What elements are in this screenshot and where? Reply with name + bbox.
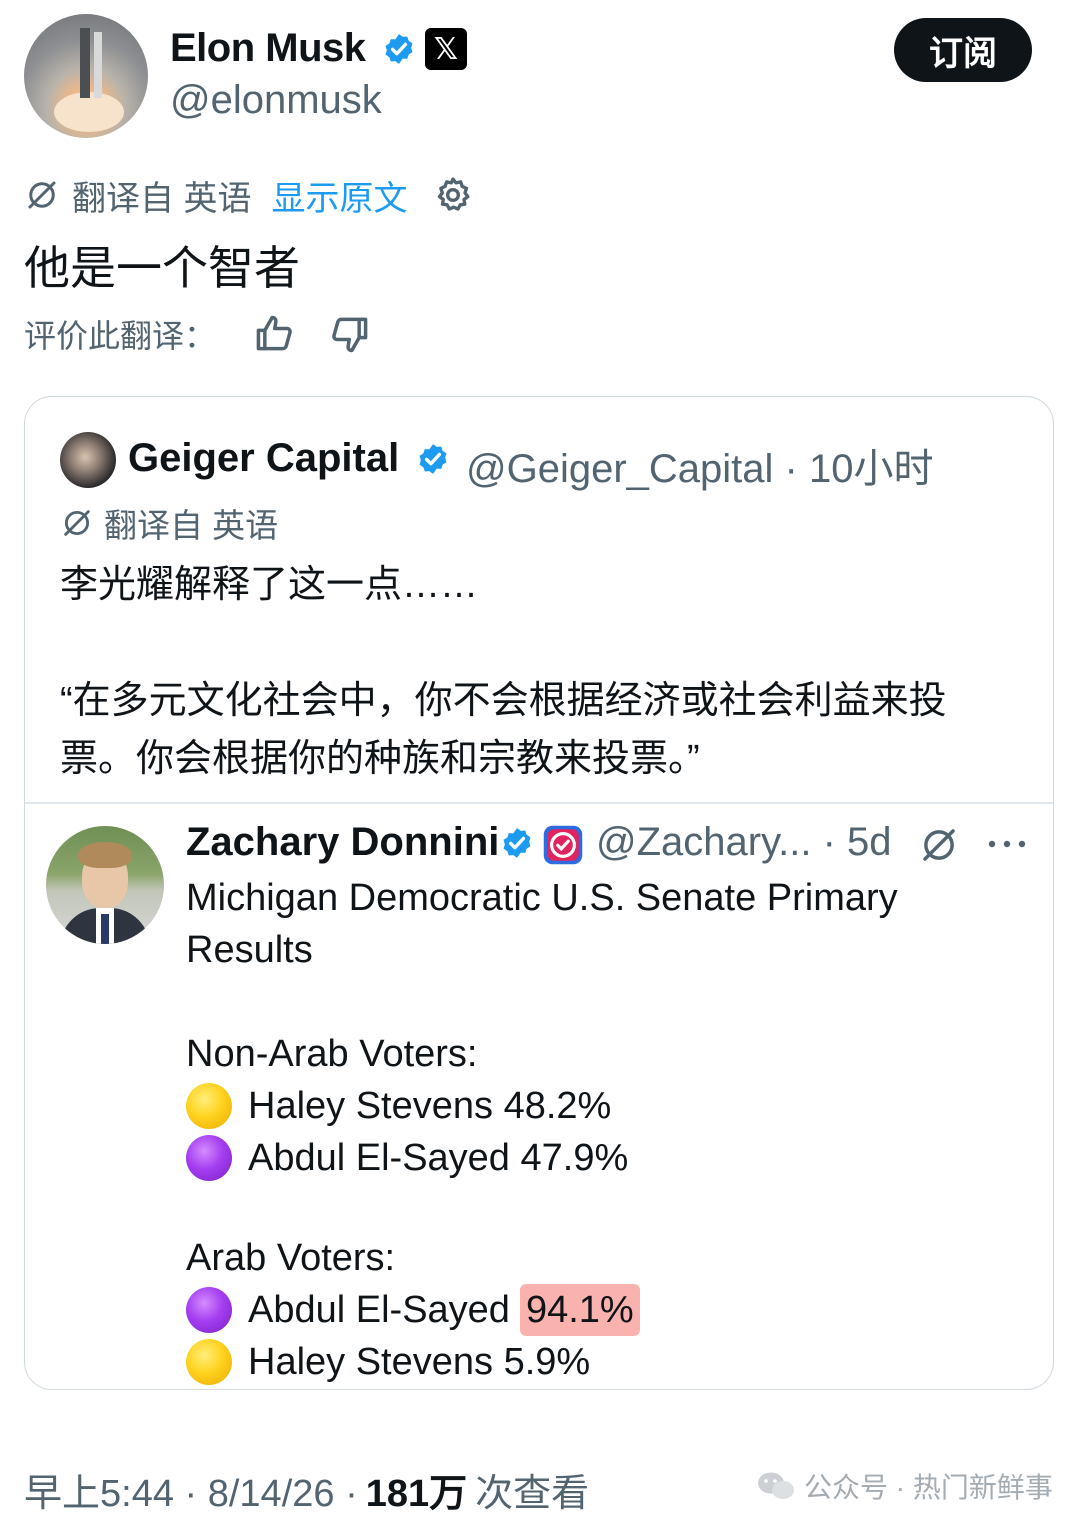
rate-translation-label: 评价此翻译： — [24, 318, 217, 354]
author-avatar[interactable] — [24, 14, 148, 138]
rate-translation-row: 评价此翻译： — [24, 310, 372, 358]
post-text: 他是一个智者 — [24, 242, 300, 294]
yellow-circle-icon — [186, 1339, 232, 1385]
author-name[interactable]: Elon Musk — [170, 26, 366, 71]
show-original-link[interactable]: 显示原文 — [271, 171, 407, 220]
result-row: Haley Stevens 5.9% — [186, 1336, 966, 1388]
divider — [25, 802, 1053, 804]
verified-badge-icon — [385, 34, 413, 64]
quoted-handle-time[interactable]: @Geiger_Capital · 10小时 — [466, 436, 933, 494]
inner-author-avatar[interactable] — [46, 826, 164, 944]
author-handle[interactable]: @elonmusk — [170, 78, 382, 123]
affiliate-badge-icon — [543, 825, 583, 865]
result-text: Abdul El-Sayed 47.9% — [248, 1137, 629, 1179]
translation-bar: 翻译自 英语 显示原文 — [24, 172, 473, 218]
post-metadata: 早上5:44 · 8/14/26 · 181万 次查看 — [24, 1462, 589, 1517]
quoted-translation-bar: 翻译自 英语 — [60, 502, 278, 544]
group-label: Arab Voters: — [186, 1237, 396, 1279]
purple-circle-icon — [186, 1287, 232, 1333]
result-text: Haley Stevens 48.2% — [248, 1085, 612, 1127]
view-count: 181万 — [365, 1473, 468, 1515]
quoted-tweet-text: 李光耀解释了这一点…… “在多元文化社会中，你不会根据经济或社会利益来投票。你会… — [60, 564, 947, 780]
result-name: Abdul El-Sayed — [248, 1289, 510, 1331]
result-row: Haley Stevens 48.2% — [186, 1080, 966, 1132]
view-label: 次查看 — [475, 1473, 590, 1515]
verified-badge-icon — [503, 828, 531, 858]
inner-tweet-body: Michigan Democratic U.S. Senate Primary … — [186, 872, 966, 1388]
wechat-icon — [758, 1472, 794, 1499]
more-options-icon[interactable] — [986, 832, 1028, 856]
post-timestamp[interactable]: 早上5:44 · 8/14/26 · — [24, 1462, 358, 1517]
yellow-circle-icon — [186, 1083, 232, 1129]
result-row: Abdul El-Sayed 47.9% — [186, 1132, 966, 1184]
translated-from-label: 翻译自 英语 — [72, 179, 252, 218]
quoted-translated-from-label: 翻译自 英语 — [104, 507, 279, 544]
watermark-text: 公众号 · 热门新鲜事 — [804, 1472, 1053, 1503]
result-row: Abdul El-Sayed 94.1% — [186, 1284, 966, 1336]
thumbs-down-icon[interactable] — [328, 312, 372, 356]
x-affiliate-icon: 𝕏 — [425, 28, 467, 70]
purple-circle-icon — [186, 1135, 232, 1181]
watermark: 公众号 · 热门新鲜事 — [756, 1466, 1053, 1506]
inner-author-name[interactable]: Zachary Donnini — [186, 820, 499, 865]
result-text: Haley Stevens 5.9% — [248, 1341, 591, 1383]
verified-badge-icon — [419, 444, 447, 474]
thumbs-up-icon[interactable] — [252, 312, 296, 356]
translate-icon — [28, 181, 56, 209]
highlighted-percentage: 94.1% — [519, 1284, 640, 1336]
quoted-author-name[interactable]: Geiger Capital — [128, 436, 399, 481]
subscribe-button[interactable]: 订阅 — [894, 18, 1032, 82]
settings-gear-icon[interactable] — [433, 175, 473, 215]
translate-icon — [64, 510, 90, 536]
translate-icon[interactable] — [918, 824, 960, 866]
inner-tweet-title: Michigan Democratic U.S. Senate Primary … — [186, 877, 898, 971]
group-label: Non-Arab Voters: — [186, 1033, 478, 1075]
inner-handle-time[interactable]: @Zachary... · 5d — [596, 820, 892, 865]
quoted-author-avatar[interactable] — [60, 432, 116, 488]
